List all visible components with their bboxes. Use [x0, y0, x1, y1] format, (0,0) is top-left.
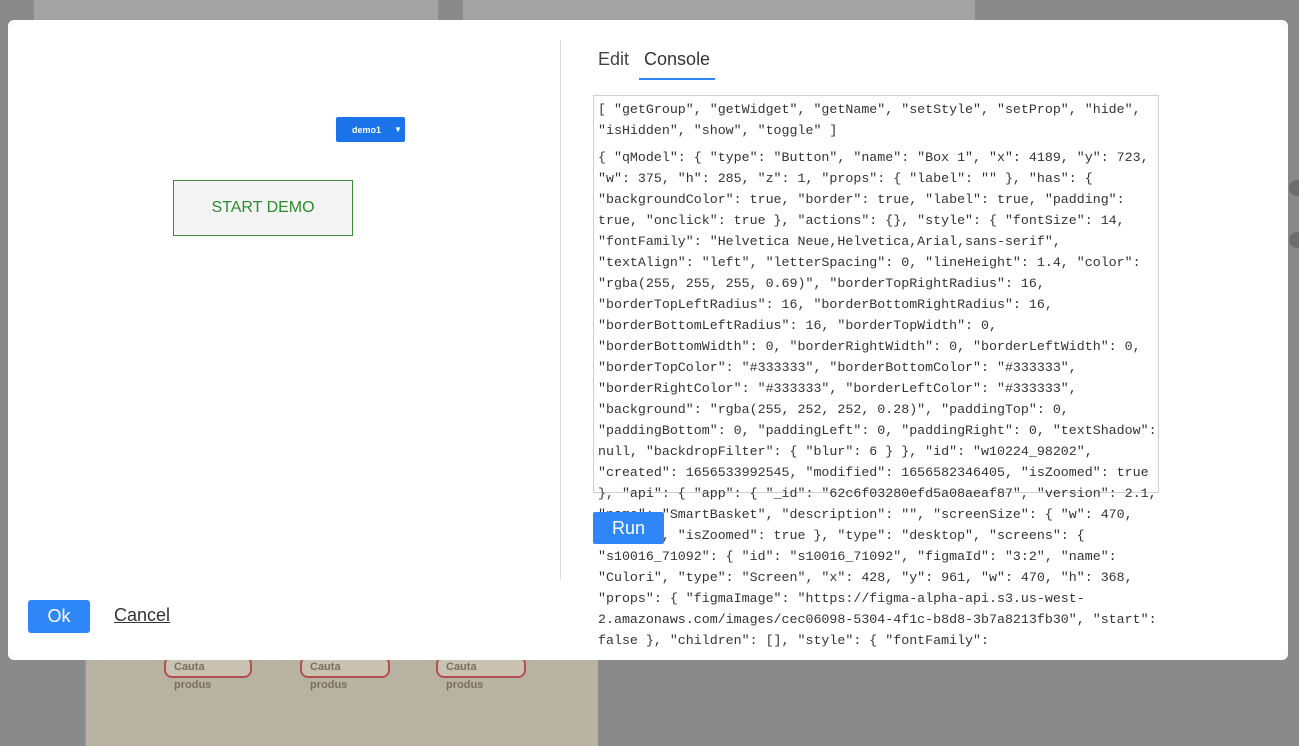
pane-divider: [560, 40, 561, 580]
demo-dropdown-button[interactable]: demo1 ▼: [336, 117, 405, 142]
ok-button[interactable]: Ok: [28, 600, 90, 633]
background-handle: [1289, 232, 1299, 248]
run-button[interactable]: Run: [593, 512, 664, 544]
tab-edit[interactable]: Edit: [598, 48, 634, 78]
background-panel: [34, 0, 438, 20]
tab-console[interactable]: Console: [639, 48, 716, 80]
script-dialog: demo1 ▼ START DEMO Ok Cancel Edit Consol…: [8, 20, 1288, 660]
console-line: { "qModel": { "type": "Button", "name": …: [598, 150, 1157, 648]
start-demo-button[interactable]: START DEMO: [173, 180, 353, 236]
console-line: [ "getGroup", "getWidget", "getName", "s…: [598, 102, 1141, 138]
preview-pane: demo1 ▼ START DEMO Ok Cancel: [8, 20, 560, 660]
console-output: [ "getGroup", "getWidget", "getName", "s…: [598, 99, 1158, 657]
background-panel: [463, 0, 975, 20]
background-handle: [1289, 180, 1299, 196]
caret-down-icon[interactable]: ▼: [391, 125, 405, 134]
demo-button-label: demo1: [351, 124, 381, 135]
cancel-link[interactable]: Cancel: [114, 605, 170, 626]
tab-bar: Edit Console: [598, 48, 720, 80]
